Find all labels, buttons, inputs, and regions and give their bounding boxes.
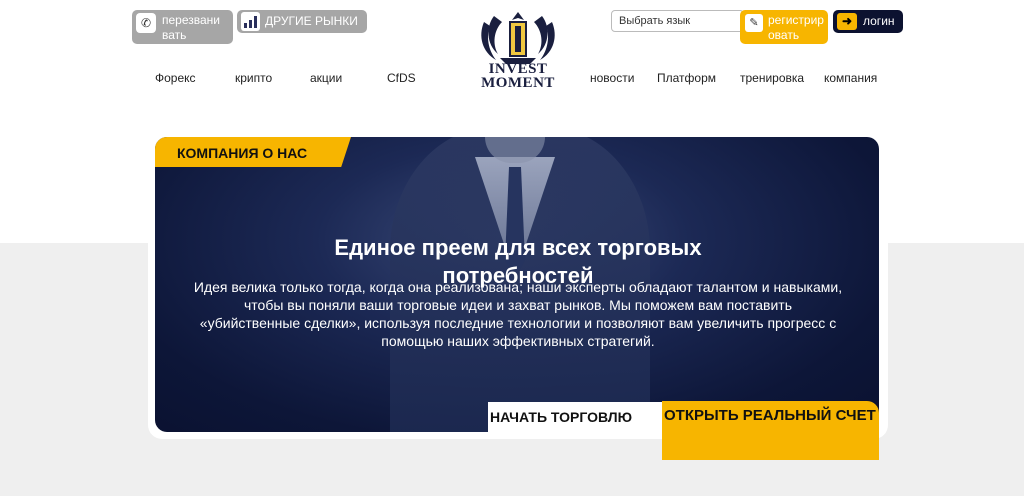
logo-line1: INVEST (488, 61, 548, 77)
other-markets-label: ДРУГИЕ РЫНКИ (265, 14, 358, 28)
nav-item-forex[interactable]: Форекс (155, 71, 196, 85)
nav-item-training[interactable]: тренировка (740, 71, 804, 85)
nav-item-crypto[interactable]: крипто (235, 71, 272, 85)
arrow-right-icon: ➜ (837, 13, 857, 30)
other-markets-button[interactable]: ДРУГИЕ РЫНКИ (237, 10, 367, 33)
register-button[interactable]: ✎ регистрир овать (740, 10, 828, 44)
login-button[interactable]: ➜ логин (833, 10, 903, 33)
nav-item-cfds[interactable]: CfDS (387, 71, 416, 85)
callback-label: перезвани вать (162, 13, 221, 42)
callback-button[interactable]: ✆ перезвани вать (132, 10, 233, 44)
chart-icon (241, 12, 260, 31)
nav-item-company[interactable]: компания (824, 71, 877, 85)
page: ✆ перезвани вать ДРУГИЕ РЫНКИ INVEST MOM… (0, 0, 1024, 496)
edit-icon: ✎ (745, 14, 763, 32)
hero-text: Идея велика только тогда, когда она реал… (193, 279, 843, 349)
phone-icon: ✆ (136, 13, 156, 33)
nav-item-platform[interactable]: Платформ (657, 71, 716, 85)
hero-tab: КОМПАНИЯ О НАС (155, 137, 351, 167)
start-trading-button[interactable]: НАЧАТЬ ТОРГОВЛЮ (488, 402, 663, 432)
login-label: логин (863, 14, 895, 28)
open-real-account-button[interactable]: ОТКРЫТЬ РЕАЛЬНЫЙ СЧЕТ (662, 401, 879, 460)
nav-item-news[interactable]: новости (590, 71, 634, 85)
logo-line2: MOMENT (481, 75, 555, 91)
nav-item-stocks[interactable]: акции (310, 71, 342, 85)
language-select[interactable]: Выбрать язык (611, 10, 744, 32)
register-label: регистрир овать (768, 13, 824, 42)
hero-tab-label: КОМПАНИЯ О НАС (177, 145, 308, 161)
logo-text: INVEST MOMENT (470, 61, 566, 91)
